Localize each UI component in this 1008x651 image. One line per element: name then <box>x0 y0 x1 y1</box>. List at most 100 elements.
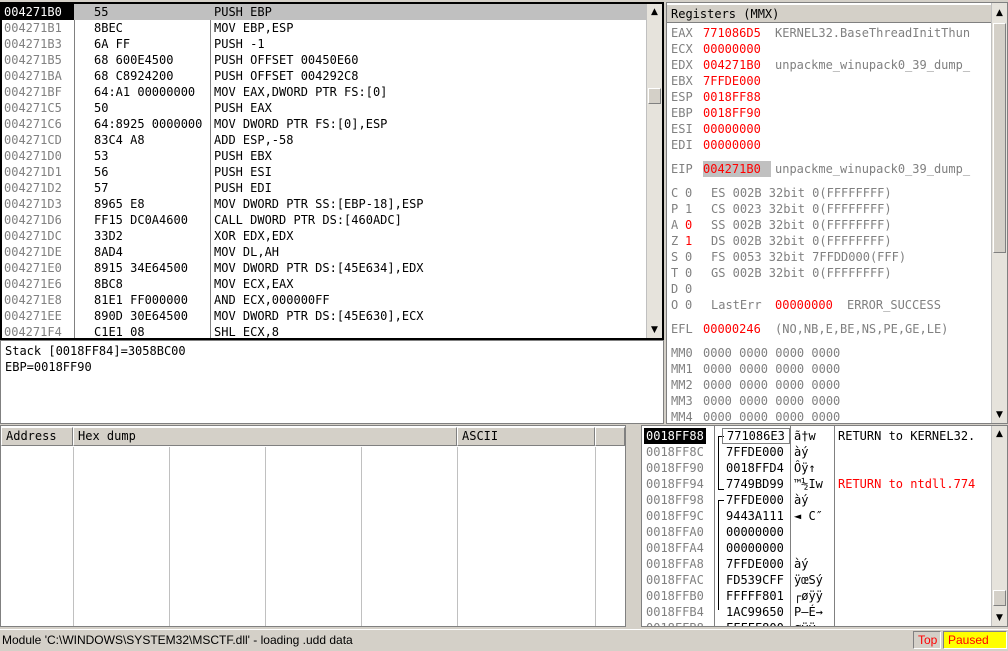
disasm-row[interactable]: 004271CD 83C4 A8 ADD ESP,-58 <box>2 132 648 148</box>
registers-scrollbar[interactable]: ▲ ▼ <box>991 3 1007 423</box>
disasm-row[interactable]: 004271EE 890D 30E64500 MOV DWORD PTR DS:[4… <box>2 308 648 324</box>
stack-row[interactable]: 0018FFAC FD539CFF ÿœSý <box>642 572 990 588</box>
stack-pane[interactable]: 0018FF88 771086E3 ã†w RETURN to KERNEL32. 00… <box>641 425 1008 627</box>
disasm-row[interactable]: 004271D3 8965 E8 MOV DWORD PTR SS:[EBP-18]… <box>2 196 648 212</box>
eip-value[interactable]: 004271B0 <box>703 161 771 177</box>
flag-value[interactable]: 0 <box>685 185 711 201</box>
disasm-row[interactable]: 004271D0 53 PUSH EBX <box>2 148 648 164</box>
disasm-row[interactable]: 004271D1 56 PUSH ESI <box>2 164 648 180</box>
register-value[interactable]: 0018FF90 <box>703 105 775 121</box>
scroll-thumb[interactable] <box>993 590 1006 606</box>
stack-row[interactable]: 0018FF9C 9443A111 ◄ C″ <box>642 508 990 524</box>
disassembly-pane[interactable]: 004271B0 55 PUSH EBP 004271B1 8BEC MOV EBP,ES… <box>0 2 664 340</box>
stack-row[interactable]: 0018FF88 771086E3 ã†w RETURN to KERNEL32. <box>642 428 990 444</box>
flag-value[interactable]: 0 <box>685 265 711 281</box>
scroll-up-icon[interactable]: ▲ <box>992 426 1007 442</box>
register-value[interactable]: 00000000 <box>703 137 775 153</box>
disasm-row[interactable]: 004271E0 8915 34E64500 MOV DWORD PTR DS:[4… <box>2 260 648 276</box>
disasm-row[interactable]: 004271C6 64:8925 0000000 MOV DWORD PTR FS:… <box>2 116 648 132</box>
register-name: EIP <box>671 162 693 176</box>
flag-value[interactable]: 0 <box>685 217 711 233</box>
disasm-row[interactable]: 004271D2 57 PUSH EDI <box>2 180 648 196</box>
disasm-row[interactable]: 004271B5 68 600E4500 PUSH OFFSET 00450E60 <box>2 52 648 68</box>
flag-value[interactable]: 0 <box>685 281 711 297</box>
dump-column-hex[interactable]: Hex dump <box>73 427 457 446</box>
stack-row[interactable]: 0018FFA8 7FFDE000 àý <box>642 556 990 572</box>
scroll-up-icon[interactable]: ▲ <box>992 5 1007 21</box>
mmx-value[interactable]: 0000 0000 0000 0000 <box>703 410 840 423</box>
segment-info: ES 002B 32bit 0(FFFFFFFF) <box>711 186 892 200</box>
stack-row[interactable]: 0018FFB4 1AC99650 P–É→ <box>642 604 990 620</box>
disasm-row[interactable]: 004271BA 68 C8924200 PUSH OFFSET 004292C8 <box>2 68 648 84</box>
stack-row[interactable]: 0018FF94 7749BD99 ™½Iw RETURN to ntdll.774 <box>642 476 990 492</box>
disasm-row[interactable]: 004271DE 8AD4 MOV DL,AH <box>2 244 648 260</box>
registers-header[interactable]: Registers (MMX) <box>667 5 991 23</box>
mmx-value[interactable]: 0000 0000 0000 0000 <box>703 394 840 408</box>
register-value[interactable]: 004271B0 <box>703 57 775 73</box>
disasm-address: 004271B3 <box>4 37 62 51</box>
scroll-down-icon[interactable]: ▼ <box>992 610 1007 626</box>
disasm-hex: 55 <box>94 4 212 20</box>
disasm-scrollbar[interactable]: ▲ ▼ <box>646 4 662 338</box>
scroll-down-icon[interactable]: ▼ <box>992 407 1007 423</box>
registers-pane[interactable]: Registers (MMX) EAX 771086D5 KERNEL32.Base… <box>666 2 1008 424</box>
scroll-thumb[interactable] <box>993 23 1006 253</box>
register-comment: unpackme_winupack0_39_dump_ <box>775 58 971 72</box>
register-value[interactable]: 00000000 <box>703 41 775 57</box>
hex-dump-pane[interactable]: Address Hex dump ASCII <box>0 425 626 627</box>
disasm-row[interactable]: 004271F4 C1E1 08 SHL ECX,8 <box>2 324 648 339</box>
disasm-row[interactable]: 004271C5 50 PUSH EAX <box>2 100 648 116</box>
stack-row[interactable]: 0018FF8C 7FFDE000 àý <box>642 444 990 460</box>
disasm-hex: 83C4 A8 <box>94 133 145 147</box>
flag-value[interactable]: 0 <box>685 249 711 265</box>
dump-column-address[interactable]: Address <box>1 427 73 446</box>
segment-info: CS 0023 32bit 0(FFFFFFFF) <box>711 202 892 216</box>
scroll-thumb[interactable] <box>648 88 661 104</box>
segment-info: DS 002B 32bit 0(FFFFFFFF) <box>711 234 892 248</box>
dump-column-ascii[interactable]: ASCII <box>457 427 595 446</box>
stack-ascii: ™½Iw <box>794 477 823 491</box>
disasm-command: PUSH ESI <box>214 165 272 179</box>
mmx-value[interactable]: 0000 0000 0000 0000 <box>703 362 840 376</box>
disasm-row[interactable]: 004271DC 33D2 XOR EDX,EDX <box>2 228 648 244</box>
stack-row[interactable]: 0018FFB8 FFFFF800 øÿÿ <box>642 620 990 626</box>
scroll-up-icon[interactable]: ▲ <box>647 4 662 20</box>
stack-row[interactable]: 0018FF90 0018FFD4 Ôÿ↑ <box>642 460 990 476</box>
stack-ascii: ◄ C″ <box>794 509 823 523</box>
flag-value[interactable]: 0 <box>685 297 711 313</box>
disasm-hex: C1E1 08 <box>94 325 145 339</box>
mmx-name: MM3 <box>671 394 693 408</box>
disasm-hex: 53 <box>94 149 109 163</box>
disasm-hex: 68 C8924200 <box>94 69 174 83</box>
register-value[interactable]: 00000000 <box>703 121 775 137</box>
stack-row[interactable]: 0018FFA0 00000000 <box>642 524 990 540</box>
stack-row[interactable]: 0018FF98 7FFDE000 àý <box>642 492 990 508</box>
disasm-hex: 56 <box>94 165 109 179</box>
efl-value[interactable]: 00000246 <box>703 321 775 337</box>
flag-value[interactable]: 1 <box>685 201 711 217</box>
stack-row[interactable]: 0018FFB0 FFFFF801 ┌øÿÿ <box>642 588 990 604</box>
disasm-row[interactable]: 004271E6 8BC8 MOV ECX,EAX <box>2 276 648 292</box>
flag-value[interactable]: 1 <box>685 233 711 249</box>
register-value[interactable]: 0018FF88 <box>703 89 775 105</box>
register-line: P 1 CS 0023 32bit 0(FFFFFFFF) <box>671 201 892 217</box>
stack-ascii: ã†w <box>794 429 816 443</box>
disasm-command: PUSH EBX <box>214 149 272 163</box>
disasm-row[interactable]: 004271B3 6A FF PUSH -1 <box>2 36 648 52</box>
disasm-row[interactable]: 004271E8 81E1 FF000000 AND ECX,000000FF <box>2 292 648 308</box>
flag-name: Z <box>671 234 679 248</box>
stack-scrollbar[interactable]: ▲ ▼ <box>991 426 1007 626</box>
scroll-down-icon[interactable]: ▼ <box>647 322 662 338</box>
disasm-row[interactable]: 004271BF 64:A1 00000000 MOV EAX,DWORD PTR … <box>2 84 648 100</box>
stack-address: 0018FFAC <box>646 573 704 587</box>
register-value[interactable]: 7FFDE000 <box>703 73 775 89</box>
disasm-row[interactable]: 004271B0 55 PUSH EBP <box>2 4 650 20</box>
disasm-address: 004271D6 <box>4 213 62 227</box>
mmx-value[interactable]: 0000 0000 0000 0000 <box>703 346 840 360</box>
mmx-value[interactable]: 0000 0000 0000 0000 <box>703 378 840 392</box>
register-value[interactable]: 771086D5 <box>703 25 775 41</box>
disasm-row[interactable]: 004271D6 FF15 DC0A4600 CALL DWORD PTR DS:[… <box>2 212 648 228</box>
disasm-address: 004271DE <box>4 245 62 259</box>
stack-row[interactable]: 0018FFA4 00000000 <box>642 540 990 556</box>
disasm-row[interactable]: 004271B1 8BEC MOV EBP,ESP <box>2 20 648 36</box>
